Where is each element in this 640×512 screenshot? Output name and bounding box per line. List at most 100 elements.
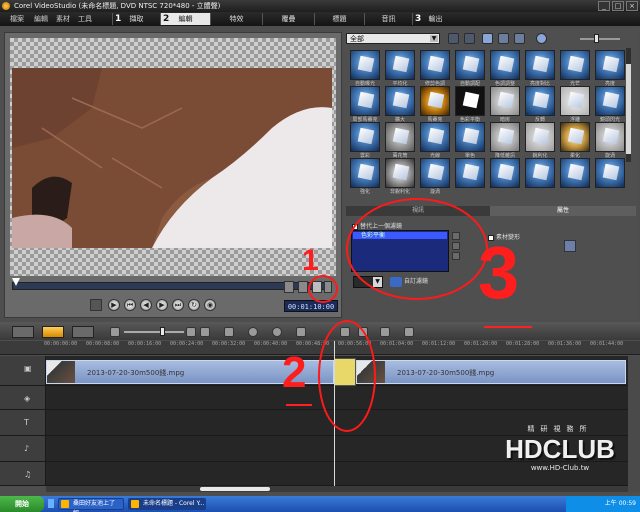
filter-label: 萬花筒 (392, 153, 408, 159)
zoom-out-icon[interactable] (110, 327, 120, 337)
filter-thumbnail[interactable] (455, 122, 485, 152)
filter-thumbnail[interactable] (385, 50, 415, 80)
minimize-button[interactable]: _ (598, 1, 610, 11)
view-photo-icon[interactable] (498, 33, 509, 44)
filter-thumbnail[interactable] (490, 86, 520, 116)
filter-thumbnail[interactable] (525, 86, 555, 116)
filter-thumbnail[interactable] (420, 50, 450, 80)
deform-icon[interactable] (564, 240, 576, 252)
filter-thumbnail[interactable] (350, 50, 380, 80)
smart-proxy-icon[interactable] (404, 327, 414, 337)
filter-thumbnail[interactable] (595, 86, 625, 116)
next-frame-button[interactable]: ▶ (156, 299, 168, 311)
voice-track-header[interactable]: ♪ (0, 436, 46, 462)
menu-edit[interactable]: 編輯 (34, 12, 48, 26)
filter-thumbnail[interactable] (490, 50, 520, 80)
video-track-header[interactable]: ▣ (0, 356, 46, 386)
filter-thumbnail[interactable] (560, 122, 590, 152)
timeline-view-button[interactable] (42, 326, 64, 338)
filter-thumbnail[interactable] (420, 158, 450, 188)
quick-launch-icon[interactable] (48, 499, 54, 508)
step-effects[interactable]: 特效 (210, 13, 262, 25)
mark-out-button[interactable] (298, 281, 308, 293)
timecode-display[interactable]: 00:01:10:00 (284, 300, 338, 312)
filter-label: 反轉 (534, 117, 545, 123)
play-button[interactable]: ▶ (108, 299, 120, 311)
home-button[interactable]: ⏮ (124, 299, 136, 311)
filter-thumbnail[interactable] (385, 122, 415, 152)
ripple-edit-icon[interactable] (296, 327, 306, 337)
thumb-size-knob[interactable] (594, 34, 599, 43)
filter-thumbnail[interactable] (490, 122, 520, 152)
tab-attribute[interactable]: 屬性 (490, 206, 636, 216)
title-track-header[interactable]: T (0, 410, 46, 436)
zoom-slider-knob[interactable] (160, 327, 165, 336)
library-scroll-thumb[interactable] (626, 64, 631, 154)
filter-thumbnail[interactable] (385, 86, 415, 116)
filter-thumbnail[interactable] (560, 158, 590, 188)
filter-thumbnail[interactable] (350, 122, 380, 152)
library-category-select[interactable]: 全部 ▼ (346, 33, 440, 44)
insert-media-icon[interactable] (224, 327, 234, 337)
filter-label: 自動曝光 (354, 81, 375, 87)
menu-clip[interactable]: 素材 (56, 12, 70, 26)
options-dropdown-icon[interactable] (536, 33, 547, 44)
step-edit[interactable]: 2 編輯 (160, 13, 210, 25)
filter-thumbnail[interactable] (595, 158, 625, 188)
view-audio-icon[interactable] (514, 33, 525, 44)
repeat-button[interactable]: ↻ (188, 299, 200, 311)
end-button[interactable]: ⏭ (172, 299, 184, 311)
step-audio[interactable]: 音訊 (364, 13, 412, 25)
fit-project-icon[interactable] (200, 327, 210, 337)
filter-thumbnail[interactable] (525, 158, 555, 188)
import-icon[interactable] (464, 33, 475, 44)
filter-thumbnail[interactable] (420, 122, 450, 152)
close-button[interactable]: × (626, 1, 638, 11)
maximize-button[interactable]: □ (612, 1, 624, 11)
audio-view-button[interactable] (72, 326, 94, 338)
storyboard-view-button[interactable] (12, 326, 34, 338)
filter-thumbnail[interactable] (490, 158, 520, 188)
video-clip[interactable]: 2013-07-20-30m500錢.mpg (356, 360, 626, 384)
taskbar-item-active[interactable]: 未命名標題 - Corel Y... (128, 498, 206, 510)
filter-thumbnail[interactable] (525, 122, 555, 152)
filter-thumbnail[interactable] (595, 122, 625, 152)
prev-frame-button[interactable]: ◀ (140, 299, 152, 311)
step-share[interactable]: 3 輸出 (412, 13, 458, 25)
window-icon (131, 500, 139, 508)
mix-audio-icon[interactable] (248, 327, 258, 337)
add-folder-icon[interactable] (448, 33, 459, 44)
overlay-track-header[interactable]: ◈ (0, 386, 46, 410)
filter-thumbnail[interactable] (350, 86, 380, 116)
filter-thumbnail[interactable] (525, 50, 555, 80)
menu-file[interactable]: 檔案 (10, 12, 24, 26)
mark-in-button[interactable] (284, 281, 294, 293)
zoom-in-icon[interactable] (186, 327, 196, 337)
menu-tools[interactable]: 工具 (78, 12, 92, 26)
taskbar-item[interactable]: 桑田好友池上了解... (58, 498, 124, 512)
start-button[interactable]: 開始 (0, 496, 44, 512)
filter-thumbnail[interactable] (455, 50, 485, 80)
filter-thumbnail[interactable] (560, 86, 590, 116)
track-manager-icon[interactable] (380, 327, 390, 337)
music-track-header[interactable]: ♫ (0, 462, 46, 486)
filter-thumbnail[interactable] (350, 158, 380, 188)
timeline-v-scrollbar[interactable] (628, 356, 640, 492)
step-overlay[interactable]: 覆疊 (262, 13, 314, 25)
filter-thumbnail[interactable] (385, 158, 415, 188)
volume-button[interactable]: ◉ (204, 299, 216, 311)
zoom-slider[interactable] (124, 331, 184, 333)
step-capture[interactable]: 1 擷取 (112, 13, 160, 25)
filter-thumbnail[interactable] (455, 86, 485, 116)
timeline-h-scroll-thumb[interactable] (200, 487, 270, 491)
filter-thumbnail[interactable] (455, 158, 485, 188)
filter-thumbnail[interactable] (420, 86, 450, 116)
filter-label: 擴大 (394, 117, 405, 123)
auto-music-icon[interactable] (272, 327, 282, 337)
filter-thumbnail[interactable] (560, 50, 590, 80)
thumb-size-slider[interactable] (580, 38, 620, 40)
step-title[interactable]: 標題 (314, 13, 364, 25)
project-clip-toggle[interactable] (90, 299, 102, 311)
filter-thumbnail[interactable] (595, 50, 625, 80)
view-video-icon[interactable] (482, 33, 493, 44)
